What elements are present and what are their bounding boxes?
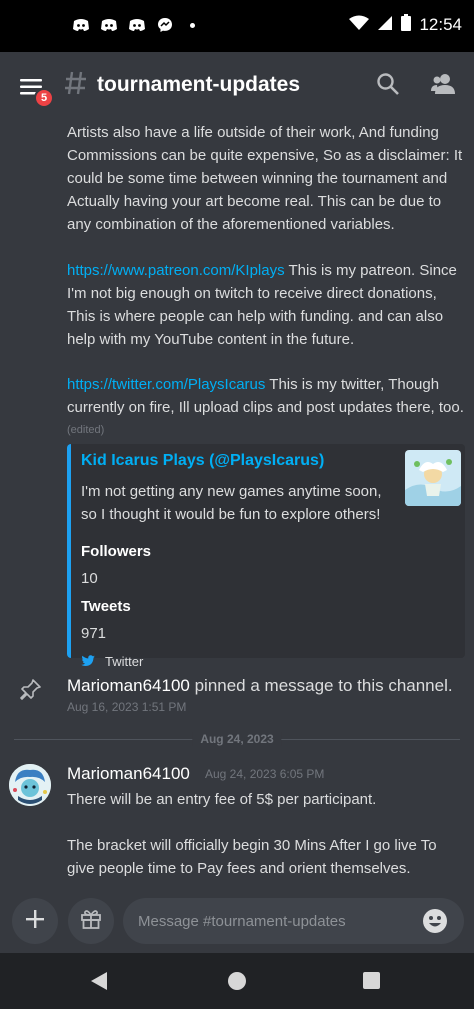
- pin-icon: [20, 678, 42, 704]
- system-navigation-bar: [0, 953, 474, 1009]
- search-button[interactable]: [376, 72, 404, 100]
- more-notifications-dot: [190, 22, 195, 28]
- edited-label: (edited): [67, 424, 105, 436]
- members-icon: [430, 74, 458, 100]
- embed-thumbnail[interactable]: [405, 450, 461, 506]
- notification-badge: 5: [34, 88, 54, 108]
- twitter-link[interactable]: https://twitter.com/PlaysIcarus: [67, 376, 265, 393]
- embed-footer: Twitter: [81, 652, 143, 671]
- back-icon[interactable]: [90, 971, 108, 995]
- discord-icon: [72, 16, 90, 34]
- notification-icons: [72, 16, 195, 34]
- embed-field-value: 10: [81, 570, 98, 587]
- discord-app: 5 tournament-updates Artists also have a…: [0, 52, 474, 953]
- member-list-button[interactable]: [430, 72, 462, 100]
- message-paragraph: There will be an entry fee of 5$ per par…: [67, 791, 377, 808]
- emoji-icon: [422, 909, 448, 938]
- message-input[interactable]: [123, 898, 464, 944]
- message-paragraph: Artists also have a life outside of thei…: [67, 124, 463, 233]
- pin-username[interactable]: Marioman64100: [67, 676, 190, 695]
- embed-field-name: Tweets: [81, 598, 131, 615]
- embed-footer-text: Twitter: [105, 654, 144, 669]
- gift-button[interactable]: [68, 898, 114, 944]
- embed-description: I'm not getting any new games anytime so…: [81, 483, 382, 523]
- twitter-icon: [81, 652, 95, 671]
- embed-field-value: 971: [81, 625, 107, 642]
- message-author[interactable]: Marioman64100: [67, 764, 190, 784]
- messenger-icon: [156, 16, 174, 34]
- plus-icon: [25, 909, 45, 933]
- add-attachment-button[interactable]: [12, 898, 58, 944]
- avatar[interactable]: [9, 764, 51, 806]
- embed-author-link[interactable]: Kid Icarus Plays (@PlaysIcarus): [81, 452, 324, 470]
- recent-apps-icon[interactable]: [363, 972, 380, 989]
- channel-title: tournament-updates: [97, 73, 301, 96]
- emoji-button[interactable]: [422, 908, 450, 936]
- message-paragraph: https://twitter.com/PlaysIcarus This is …: [67, 373, 472, 419]
- embed-field-name: Followers: [81, 543, 152, 560]
- discord-icon: [128, 16, 146, 34]
- date-divider-label: Aug 24, 2023: [192, 732, 282, 746]
- home-icon[interactable]: [228, 972, 246, 990]
- wifi-icon: [349, 15, 370, 35]
- twitter-embed: Kid Icarus Plays (@PlaysIcarus) I'm not …: [67, 444, 465, 669]
- search-icon: [376, 73, 400, 100]
- signal-icon: [377, 15, 393, 35]
- patreon-link[interactable]: https://www.patreon.com/KIplays: [67, 262, 285, 279]
- hashtag-icon: [64, 70, 88, 100]
- gift-icon: [80, 908, 102, 934]
- message-paragraph: The bracket will officially begin 30 Min…: [67, 837, 437, 877]
- message-composer: [0, 888, 474, 953]
- date-divider: Aug 24, 2023: [14, 732, 460, 746]
- message-list[interactable]: Artists also have a life outside of thei…: [0, 118, 474, 888]
- pin-timestamp: Aug 16, 2023 1:51 PM: [67, 700, 187, 714]
- status-bar: 12:54: [0, 0, 474, 52]
- clock: 12:54: [419, 14, 462, 34]
- message-paragraph: https://www.patreon.com/KIplays This is …: [67, 259, 467, 351]
- pin-message-text: pinned a message to this channel.: [189, 676, 453, 695]
- system-message-pin: Marioman64100 pinned a message to this c…: [0, 674, 474, 724]
- battery-icon: [401, 14, 412, 35]
- message-timestamp: Aug 24, 2023 6:05 PM: [205, 767, 325, 781]
- discord-icon: [100, 16, 118, 34]
- channel-header: 5 tournament-updates: [0, 52, 474, 118]
